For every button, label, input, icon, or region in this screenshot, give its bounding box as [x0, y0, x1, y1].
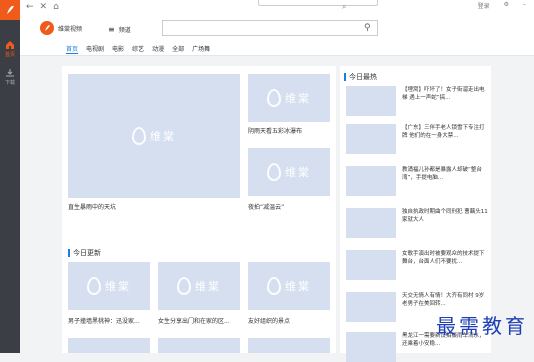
vidown-logo-icon — [267, 277, 281, 295]
update-thumb-6[interactable] — [248, 338, 330, 353]
vidown-logo-icon — [267, 163, 281, 181]
hot-thumb — [346, 208, 396, 238]
featured-side-caption-2[interactable]: 夜拍“减温云” — [248, 202, 284, 211]
featured-side-thumb-2[interactable]: 维棠 — [248, 148, 330, 196]
menu-icon: ≡ — [108, 25, 115, 34]
header: 维棠视频 ≡ 频道 ⚲ 首页 电视剧 电影 综艺 动漫 全部 广场舞 — [20, 14, 534, 56]
app-logo-icon — [7, 5, 14, 14]
vidown-logo-icon — [267, 89, 281, 107]
update-caption-2[interactable]: 女生分享出门和在家的区... — [158, 316, 230, 325]
minimize-icon[interactable]: – — [523, 1, 526, 10]
featured-main-thumb[interactable]: 维棠 — [68, 74, 240, 198]
hot-item[interactable]: 女歌手演出时被要观众的技术提下舞台，台面人们不要扰... — [346, 250, 486, 280]
hot-item[interactable]: 教涌福儿孙都是暴露人却破“整台湾”，手提电脑... — [346, 166, 486, 196]
hot-text: 教涌福儿孙都是暴露人却破“整台湾”，手提电脑... — [402, 167, 482, 181]
update-thumb-3[interactable]: 维棠 — [248, 262, 330, 310]
hot-item[interactable]: 【埋窝】吓坏了！女子街溜走出电梯 遇上一声蛇“搞... — [346, 86, 486, 116]
thumb-watermark: 维棠 — [150, 130, 176, 143]
settings-icon[interactable]: ⚙ — [504, 1, 509, 10]
left-sidebar: 首页 下载 — [0, 0, 20, 353]
today-update-label: 今日更新 — [73, 249, 101, 257]
hot-text: 女歌手演出时被要观众的技术提下舞台，台面人们不要扰... — [402, 251, 485, 265]
titlebar-controls: 登录 ⚙ – — [478, 1, 526, 10]
top-search-icon[interactable]: ⌕ — [342, 2, 346, 12]
featured-side-thumb-1[interactable]: 维棠 — [248, 74, 330, 122]
thumb-watermark: 维棠 — [285, 280, 311, 293]
sidebar-label-download: 下载 — [4, 80, 15, 86]
hot-text: 【广东】三伴手老人锁雪下专注打牌 他们的在一身大禁... — [402, 125, 485, 139]
hot-item[interactable]: 【广东】三伴手老人锁雪下专注打牌 他们的在一身大禁... — [346, 124, 486, 154]
update-thumb-2[interactable]: 维棠 — [158, 262, 240, 310]
sidebar-item-home[interactable]: 首页 — [0, 40, 20, 58]
back-icon[interactable]: ← — [26, 2, 34, 12]
hot-thumb — [346, 86, 396, 116]
thumb-watermark: 维棠 — [105, 280, 131, 293]
tab-square-dance[interactable]: 广场舞 — [192, 44, 210, 54]
sidebar-item-download[interactable]: 下载 — [0, 68, 20, 86]
close-icon[interactable]: ✕ — [40, 2, 48, 12]
update-thumb-4[interactable] — [68, 338, 150, 353]
app-logo — [0, 0, 20, 20]
sidebar-label-home: 首页 — [4, 52, 15, 58]
hot-thumb — [346, 166, 396, 196]
brand-logo-icon — [40, 21, 54, 35]
vidown-logo-icon — [132, 127, 146, 145]
hot-thumb — [346, 292, 396, 322]
thumb-watermark: 维棠 — [195, 280, 221, 293]
tab-movie[interactable]: 电影 — [112, 44, 124, 54]
update-thumb-5[interactable] — [158, 338, 240, 353]
update-thumb-1[interactable]: 维棠 — [68, 262, 150, 310]
vidown-logo-icon — [87, 277, 101, 295]
hot-text: 天交无情人有情！大齐有同村 9岁老男子在美回转... — [402, 293, 485, 307]
vidown-logo-icon — [177, 277, 191, 295]
tab-variety[interactable]: 综艺 — [132, 44, 144, 54]
search-icon[interactable]: ⚲ — [364, 23, 371, 33]
brand-name: 维棠视频 — [58, 25, 83, 33]
hot-item[interactable]: 独自执政时期曲个同刑犯 曹藕头11家就大人 — [346, 208, 488, 238]
update-caption-3[interactable]: 友好组织的景点 — [248, 316, 290, 325]
login-link[interactable]: 登录 — [478, 1, 490, 10]
hot-text: 独自执政时期曲个同刑犯 曹藕头11家就大人 — [402, 209, 488, 223]
tab-tv[interactable]: 电视剧 — [86, 44, 104, 54]
hot-thumb — [346, 250, 396, 280]
home-nav-icon[interactable]: ⌂ — [53, 2, 59, 12]
today-hot-label: 今日最热 — [349, 73, 377, 81]
channel-label: 频道 — [118, 27, 131, 34]
featured-main-caption[interactable]: 直生暴雨中的天坑 — [68, 202, 116, 211]
overlay-watermark: 最需教育 — [436, 314, 528, 338]
main-content: 维棠 直生暴雨中的天坑 维棠 阴雨天看五彩冰瀑布 维棠 夜拍“减温云” 今日更新… — [62, 66, 336, 353]
search-input[interactable] — [162, 20, 378, 36]
nav-tabs: 首页 电视剧 电影 综艺 动漫 全部 广场舞 — [66, 44, 210, 54]
title-bar: ← ✕ ⌂ ⌕ 登录 ⚙ – — [20, 0, 534, 14]
thumb-watermark: 维棠 — [285, 92, 311, 105]
tab-anime[interactable]: 动漫 — [152, 44, 164, 54]
today-update-title: 今日更新 — [68, 248, 101, 258]
update-caption-1[interactable]: 男子撞墙黑桃神：迅没家... — [68, 316, 140, 325]
tab-home[interactable]: 首页 — [66, 44, 79, 54]
top-search-input[interactable] — [258, 0, 378, 6]
channel-menu[interactable]: ≡ 频道 — [108, 25, 131, 34]
home-icon — [6, 41, 14, 49]
tab-all[interactable]: 全部 — [172, 44, 184, 54]
brand[interactable]: 维棠视频 — [40, 21, 82, 35]
hot-text: 【埋窝】吓坏了！女子街溜走出电梯 遇上一声蛇“搞... — [402, 87, 485, 101]
featured-side-caption-1[interactable]: 阴雨天看五彩冰瀑布 — [248, 126, 302, 135]
hot-thumb — [346, 124, 396, 154]
hot-thumb — [346, 332, 396, 362]
thumb-watermark: 维棠 — [285, 166, 311, 179]
today-hot-title: 今日最热 — [344, 72, 377, 82]
download-icon — [6, 69, 14, 77]
